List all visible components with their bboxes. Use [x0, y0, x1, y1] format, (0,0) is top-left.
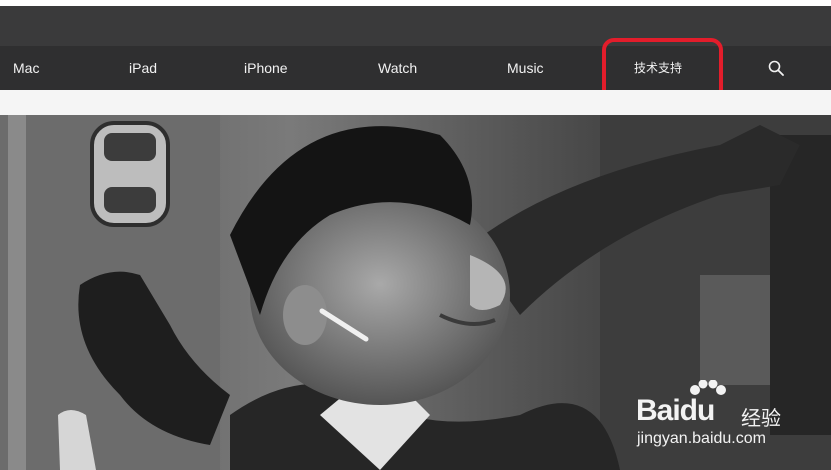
- nav-item-ipad[interactable]: iPad: [129, 46, 157, 90]
- watermark-brand-cn: 经验: [741, 406, 781, 430]
- nav-item-watch[interactable]: Watch: [378, 46, 417, 90]
- search-icon[interactable]: [768, 60, 784, 76]
- watermark-url: jingyan.baidu.com: [637, 430, 766, 447]
- baidu-jingyan-watermark: Baidu 经验 jingyan.baidu.com: [633, 380, 823, 452]
- top-bar: [0, 6, 831, 46]
- nav-item-support[interactable]: 技术支持: [634, 46, 682, 90]
- nav-item-mac[interactable]: Mac: [13, 46, 39, 90]
- watermark-brand: Baidu: [636, 394, 715, 427]
- nav-item-music[interactable]: Music: [507, 46, 544, 90]
- hero-photo: Baidu 经验 jingyan.baidu.com: [0, 115, 831, 470]
- page: Mac iPad iPhone Watch Music 技术支持 Baidu 经…: [0, 0, 831, 470]
- nav-item-iphone[interactable]: iPhone: [244, 46, 288, 90]
- global-nav: Mac iPad iPhone Watch Music 技术支持: [0, 46, 831, 90]
- under-nav-strip: [0, 90, 831, 115]
